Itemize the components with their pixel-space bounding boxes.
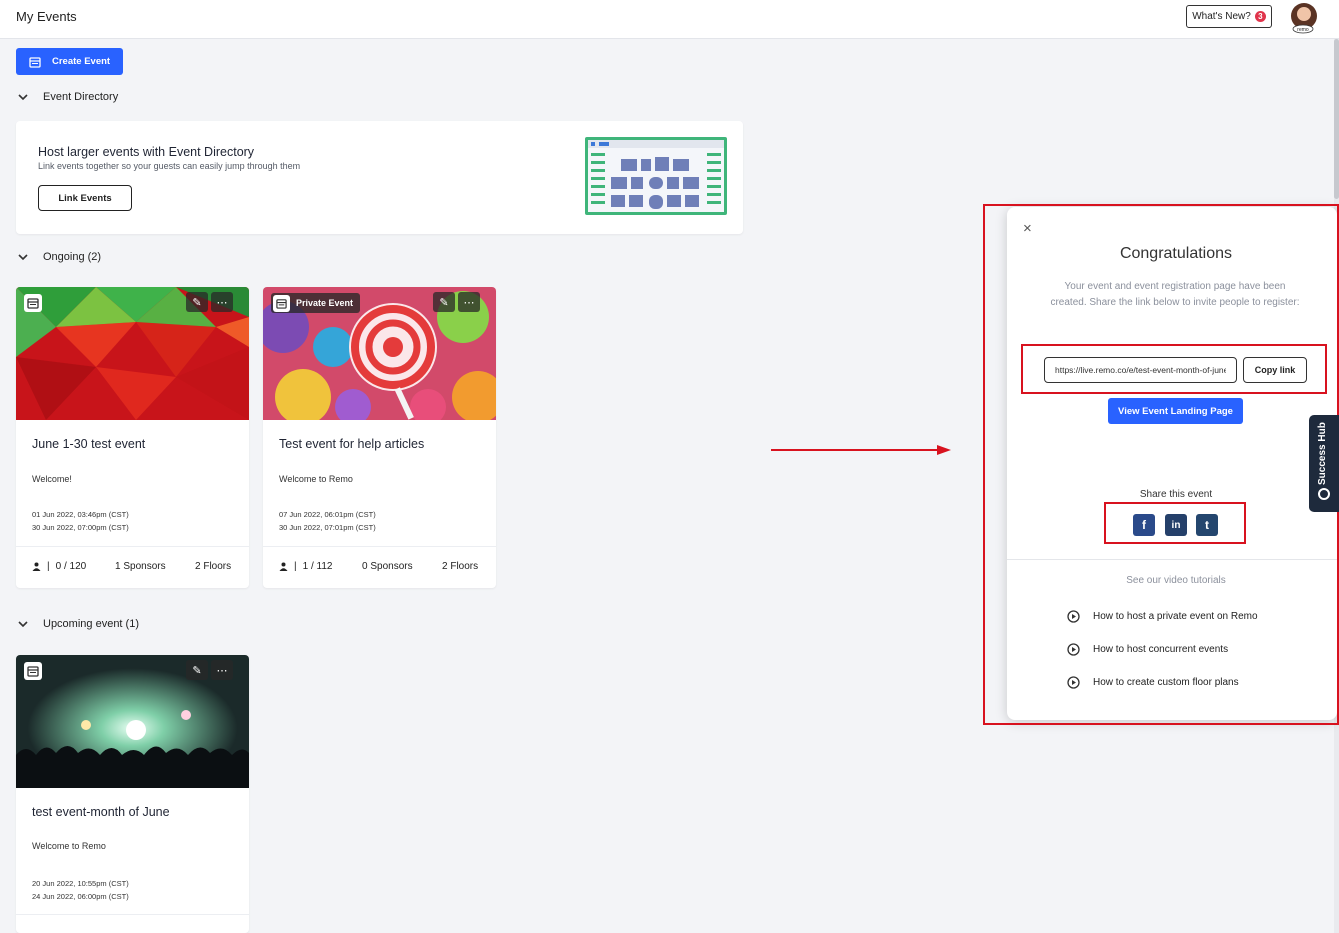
tutorial-title: How to create custom floor plans [1093,677,1239,688]
facebook-icon[interactable]: f [1133,514,1155,536]
help-icon [1318,488,1330,500]
tutorial-title: How to host concurrent events [1093,644,1229,655]
event-description: Welcome! [32,474,72,484]
event-directory-toggle[interactable]: Event Directory [16,90,118,104]
private-event-label: Private Event [296,298,354,308]
success-hub-tab[interactable]: Success Hub [1309,415,1339,512]
annotation-arrow [771,445,951,455]
separator: | [47,561,50,572]
event-card[interactable]: Private Event ✎ ⋯ Test event for help ar… [263,287,496,588]
create-event-button[interactable]: Create Event [16,48,123,75]
event-start: 07 Jun 2022, 06:01pm (CST) [279,510,376,519]
section-label: Ongoing (2) [43,251,102,263]
ongoing-toggle[interactable]: Ongoing (2) [16,250,101,264]
link-events-button[interactable]: Link Events [38,185,132,211]
pencil-icon: ✎ [192,664,202,677]
chevron-down-icon [18,254,28,261]
capacity: 1 / 112 [302,561,333,572]
event-end: 30 Jun 2022, 07:01pm (CST) [279,523,376,532]
directory-illustration [585,137,727,215]
play-circle-icon [1067,643,1080,656]
event-description: Welcome to Remo [279,474,353,484]
upcoming-toggle[interactable]: Upcoming event (1) [16,617,139,631]
scrollbar-thumb[interactable] [1334,39,1339,199]
more-icon: ⋯ [216,664,228,677]
person-icon [32,562,41,571]
more-icon: ⋯ [463,296,475,309]
more-icon: ⋯ [216,296,228,309]
tutorial-link[interactable]: How to create custom floor plans [1067,676,1239,689]
event-description: Welcome to Remo [32,841,106,851]
view-landing-page-button[interactable]: View Event Landing Page [1108,398,1243,424]
pencil-icon: ✎ [192,296,202,309]
sponsors-count: 1 Sponsors [115,561,166,572]
event-stats: | 0 / 120 1 Sponsors 2 Floors [32,561,242,572]
event-stats: | 1 / 112 0 Sponsors 2 Floors [279,561,489,572]
event-end: 24 Jun 2022, 06:00pm (CST) [32,892,129,901]
edit-button[interactable]: ✎ [186,660,208,680]
modal-title: Congratulations [1119,245,1233,262]
separator: | [294,561,297,572]
person-icon [279,562,288,571]
share-label: Share this event [1139,489,1213,500]
calendar-icon [273,294,290,312]
tutorials-label: See our video tutorials [1126,575,1226,586]
congratulations-modal: × Congratulations Your event and event r… [1007,207,1337,720]
event-card[interactable]: ✎ ⋯ June 1-30 test event Welcome! 01 Jun… [16,287,249,588]
private-event-badge: Private Event [271,293,361,313]
event-card[interactable]: ✎ ⋯ test event-month of June Welcome to … [16,655,249,933]
directory-subtext: Link events together so your guests can … [38,161,301,171]
modal-message: Your event and event registration page h… [1050,281,1300,308]
notification-badge: 3 [1254,11,1266,22]
edit-button[interactable]: ✎ [433,292,455,312]
top-bar: My Events What's New? 3 remo [0,0,1339,39]
event-end: 30 Jun 2022, 07:00pm (CST) [32,523,129,532]
svg-text:remo: remo [1297,27,1309,33]
copy-link-button[interactable]: Copy link [1243,357,1307,383]
event-link-field[interactable] [1044,357,1237,383]
directory-heading: Host larger events with Event Directory [38,145,255,159]
success-hub-label: Success Hub [1317,422,1328,485]
play-circle-icon [1067,610,1080,623]
event-start: 01 Jun 2022, 03:46pm (CST) [32,510,129,519]
tutorial-link[interactable]: How to host a private event on Remo [1067,610,1258,623]
more-button[interactable]: ⋯ [211,660,233,680]
chevron-down-icon [18,94,28,101]
twitter-icon[interactable]: t [1196,514,1218,536]
divider [1007,559,1337,560]
avatar[interactable]: remo [1289,2,1319,34]
sponsors-count: 0 Sponsors [362,561,413,572]
floors-count: 2 Floors [442,561,479,572]
calendar-icon [24,294,42,312]
tutorial-link[interactable]: How to host concurrent events [1067,643,1228,656]
linkedin-icon[interactable]: in [1165,514,1187,536]
divider [16,914,249,915]
event-name: Test event for help articles [279,437,425,451]
play-circle-icon [1067,676,1080,689]
calendar-icon [24,662,42,680]
more-button[interactable]: ⋯ [458,292,480,312]
event-name: June 1-30 test event [32,437,146,451]
edit-button[interactable]: ✎ [186,292,208,312]
divider [263,546,496,547]
divider [16,546,249,547]
event-name: test event-month of June [32,805,170,819]
create-event-label: Create Event [52,56,111,67]
chevron-down-icon [18,621,28,628]
calendar-icon [29,56,41,68]
floors-count: 2 Floors [195,561,232,572]
whats-new-label: What's New? [1192,11,1251,22]
section-label: Event Directory [43,91,119,103]
tutorial-title: How to host a private event on Remo [1093,611,1258,622]
whats-new-button[interactable]: What's New? 3 [1186,5,1272,28]
capacity: 0 / 120 [55,561,87,572]
more-button[interactable]: ⋯ [211,292,233,312]
section-label: Upcoming event (1) [43,618,139,630]
close-icon[interactable]: × [1023,220,1032,237]
event-start: 20 Jun 2022, 10:55pm (CST) [32,879,129,888]
pencil-icon: ✎ [439,296,449,309]
event-directory-card: Host larger events with Event Directory … [16,121,743,234]
page-title: My Events [16,9,77,24]
